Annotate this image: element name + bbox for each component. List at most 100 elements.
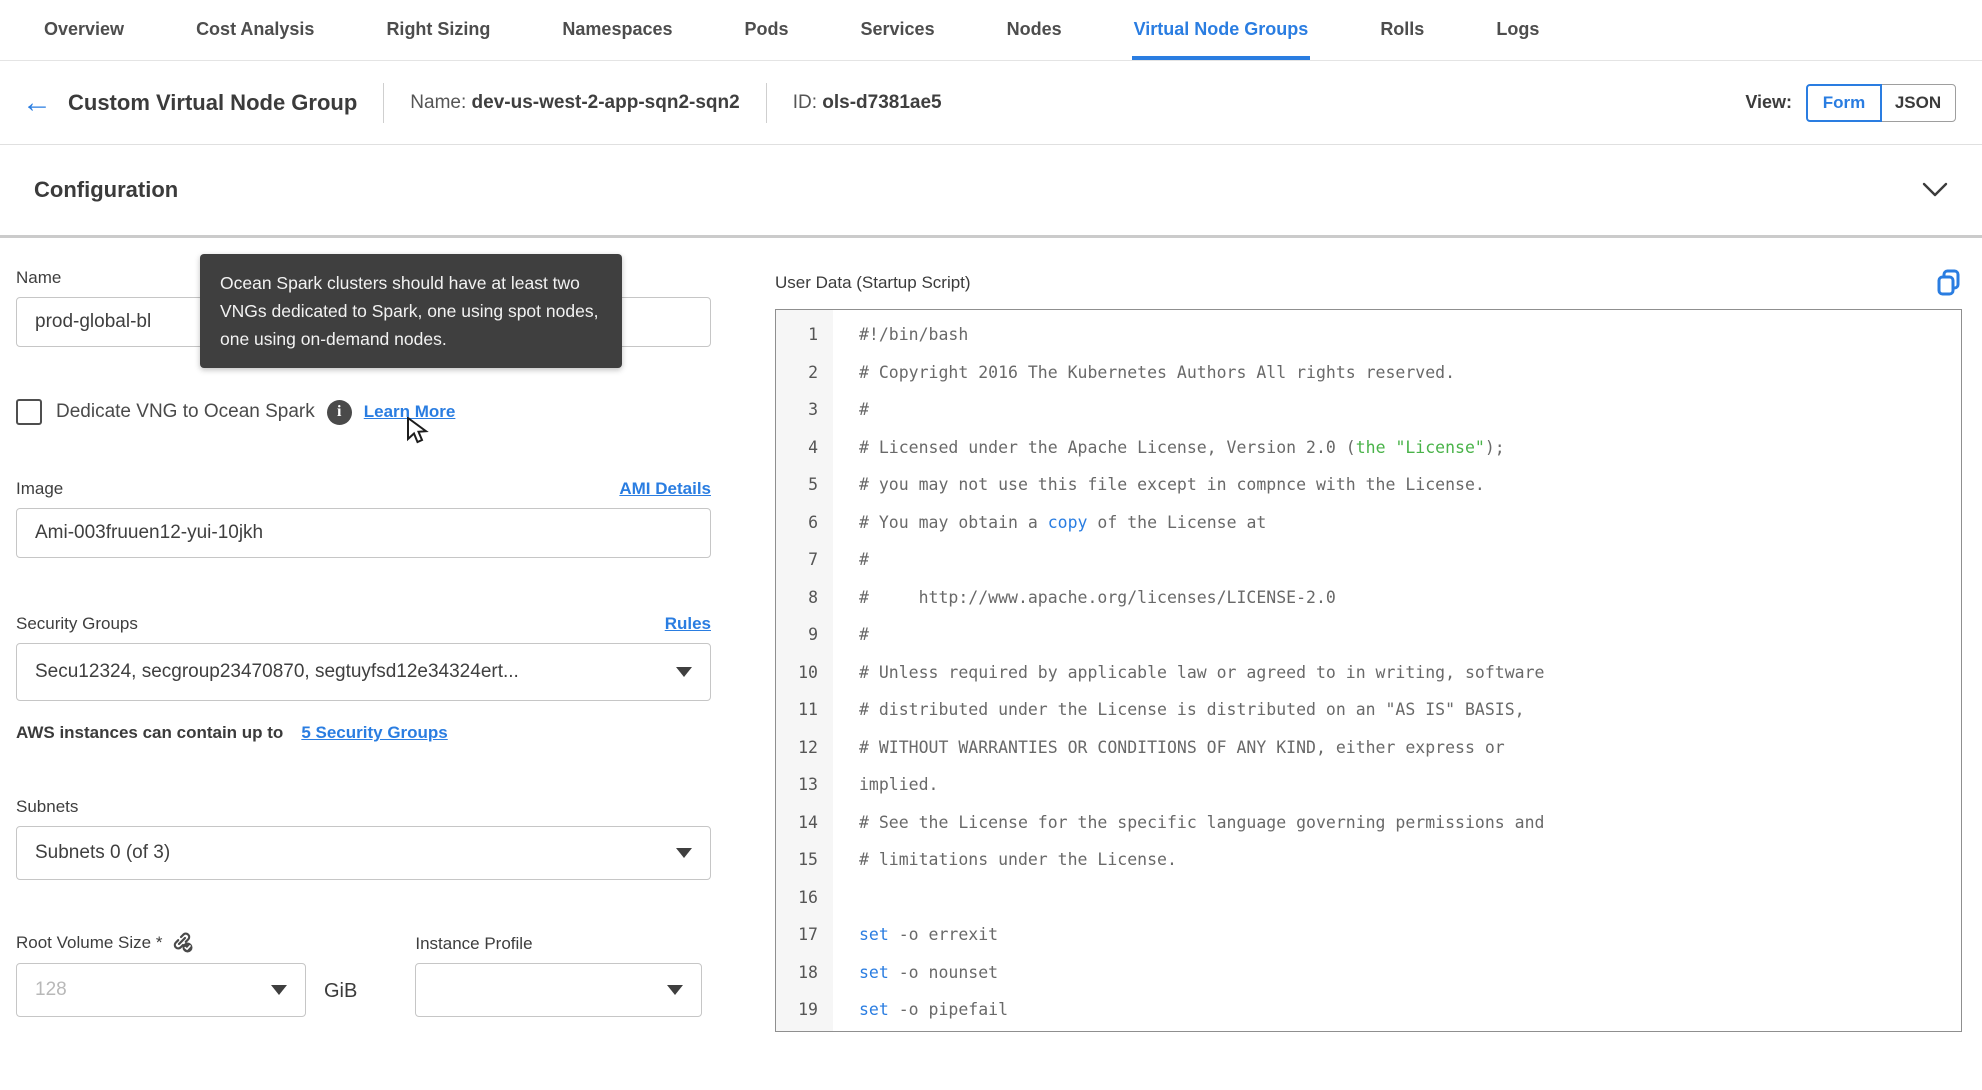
tab-nodes[interactable]: Nodes (1005, 1, 1064, 60)
line-number: 14 (798, 812, 818, 832)
code-text: implied. (859, 775, 939, 794)
root-volume-dropdown[interactable]: 128 (16, 963, 306, 1017)
subnets-field-group: Subnets Subnets 0 (of 3) (16, 797, 711, 880)
root-volume-field-group: Root Volume Size * 128 (16, 932, 306, 1017)
gib-unit-label: GiB (324, 980, 358, 1002)
root-volume-placeholder: 128 (35, 979, 67, 1000)
code-text: set -o pipefail (859, 1000, 1009, 1019)
code-line: 12 # WITHOUT WARRANTIES OR CONDITIONS OF … (776, 729, 1961, 767)
line-number: 15 (798, 850, 818, 869)
security-groups-field-group: Security Groups Rules Secu12324, secgrou… (16, 614, 711, 743)
vng-id-value: ols-d7381ae5 (822, 91, 942, 113)
caret-down-icon (271, 985, 287, 995)
tab-pods[interactable]: Pods (743, 1, 791, 60)
code-text: # You may obtain a copy of the License a… (859, 512, 1267, 532)
rules-link[interactable]: Rules (665, 614, 711, 634)
code-line: 2 # Copyright 2016 The Kubernetes Authors… (776, 354, 1961, 392)
code-text: # Unless required by applicable law or a… (859, 662, 1545, 682)
chevron-down-icon[interactable] (1922, 182, 1948, 198)
line-number: 1 (808, 325, 818, 344)
tab-services[interactable]: Services (859, 1, 937, 60)
code-text: # distributed under the License is distr… (859, 700, 1525, 719)
code-line: 13 implied. (776, 766, 1961, 804)
user-data-header: User Data (Startup Script) (775, 268, 1962, 298)
name-field-group: Name Ocean Spark clusters should have at… (16, 254, 711, 368)
configuration-section-header: Configuration (0, 145, 1982, 235)
info-icon[interactable]: i (326, 399, 352, 425)
line-number: 18 (798, 962, 818, 982)
view-label: View: (1745, 92, 1792, 112)
code-line: 3 # (776, 391, 1961, 429)
security-groups-label: Security Groups (16, 614, 138, 633)
dedicate-vng-label: Dedicate VNG to Ocean Spark (56, 401, 315, 422)
line-number: 3 (808, 400, 818, 419)
line-number: 17 (798, 925, 818, 944)
divider (765, 82, 767, 123)
ocean-spark-tooltip: Ocean Spark clusters should have at leas… (200, 254, 622, 368)
code-line: 14 # See the License for the specific lan… (776, 804, 1961, 842)
image-input[interactable] (16, 508, 711, 558)
view-form-button[interactable]: Form (1806, 83, 1882, 122)
line-number: 11 (798, 700, 818, 719)
vng-id-label: ID: (792, 91, 817, 113)
five-security-groups-link[interactable]: 5 Security Groups (301, 723, 447, 743)
code-line: 4 # Licensed under the Apache License, Ve… (776, 429, 1961, 467)
instance-profile-field-group: Instance Profile (415, 934, 703, 1017)
security-groups-helper: AWS instances can contain up to 5 Securi… (16, 723, 711, 743)
code-text: # (859, 550, 869, 569)
tab-cost-analysis[interactable]: Cost Analysis (194, 1, 316, 60)
code-text: # WITHOUT WARRANTIES OR CONDITIONS OF AN… (859, 737, 1505, 757)
code-line: 18 set -o nounset (776, 954, 1961, 992)
code-text: # limitations under the License. (859, 850, 1177, 869)
subnets-value: Subnets 0 (of 3) (35, 842, 171, 863)
tab-right-sizing[interactable]: Right Sizing (384, 1, 492, 60)
tab-namespaces[interactable]: Namespaces (560, 1, 674, 60)
line-number: 13 (798, 775, 818, 794)
code-text: # Licensed under the Apache License, Ver… (859, 437, 1505, 457)
vng-name-value: dev-us-west-2-app-sqn2-sqn2 (471, 91, 740, 113)
back-arrow-icon[interactable]: ← (22, 87, 52, 118)
ami-details-link[interactable]: AMI Details (619, 479, 711, 499)
volume-instance-row: Root Volume Size * 128 GiB Instance Prof… (16, 932, 711, 1017)
tab-logs[interactable]: Logs (1494, 1, 1541, 60)
code-line: 10 # Unless required by applicable law or… (776, 654, 1961, 692)
code-line: 1 #!/bin/bash (776, 316, 1961, 354)
code-text: set -o nounset (859, 962, 999, 982)
line-number: 12 (798, 737, 818, 757)
tab-rolls[interactable]: Rolls (1378, 1, 1426, 60)
line-number: 2 (808, 362, 818, 382)
tab-virtual-node-groups[interactable]: Virtual Node Groups (1131, 1, 1311, 60)
code-editor[interactable]: 1 #!/bin/bash 2 # Copyright 2016 The Kubern… (775, 309, 1962, 1032)
line-number: 8 (808, 587, 818, 607)
code-text: # (859, 400, 869, 419)
line-number: 5 (808, 475, 818, 494)
user-data-column: User Data (Startup Script) 1 #!/bin/bash 2… (775, 268, 1962, 1032)
root-volume-label: Root Volume Size * (16, 933, 163, 952)
code-line: 16 (776, 879, 1961, 917)
subnets-dropdown[interactable]: Subnets 0 (of 3) (16, 826, 711, 880)
security-groups-dropdown[interactable]: Secu12324, secgroup23470870, segtuyfsd12… (16, 643, 711, 701)
tab-list: Overview Cost Analysis Right Sizing Namespa… (42, 1, 1541, 60)
copy-icon[interactable] (1935, 268, 1962, 298)
vng-id: ID: ols-d7381ae5 (793, 92, 942, 114)
code-line: 7 # (776, 541, 1961, 579)
link-check-icon[interactable] (170, 932, 194, 954)
code-line: 11 # distributed under the License is dis… (776, 691, 1961, 729)
dedicate-vng-checkbox[interactable] (16, 399, 42, 425)
caret-down-icon (676, 667, 692, 677)
divider (383, 82, 385, 123)
instance-profile-dropdown[interactable] (415, 963, 703, 1017)
line-number: 7 (808, 550, 818, 569)
configuration-body: Name Ocean Spark clusters should have at… (0, 238, 1982, 1032)
code-text: # http://www.apache.org/licenses/LICENSE… (859, 587, 1336, 607)
code-line: 6 # You may obtain a copy of the License … (776, 504, 1961, 542)
line-number: 10 (798, 662, 818, 682)
code-line: 8 # http://www.apache.org/licenses/LICENS… (776, 579, 1961, 617)
line-number: 6 (808, 512, 818, 532)
code-line: 17 set -o errexit (776, 916, 1961, 954)
view-json-button[interactable]: JSON (1880, 83, 1956, 122)
code-text: set -o errexit (859, 925, 999, 944)
mouse-cursor-icon (406, 416, 432, 450)
tab-overview[interactable]: Overview (42, 1, 126, 60)
